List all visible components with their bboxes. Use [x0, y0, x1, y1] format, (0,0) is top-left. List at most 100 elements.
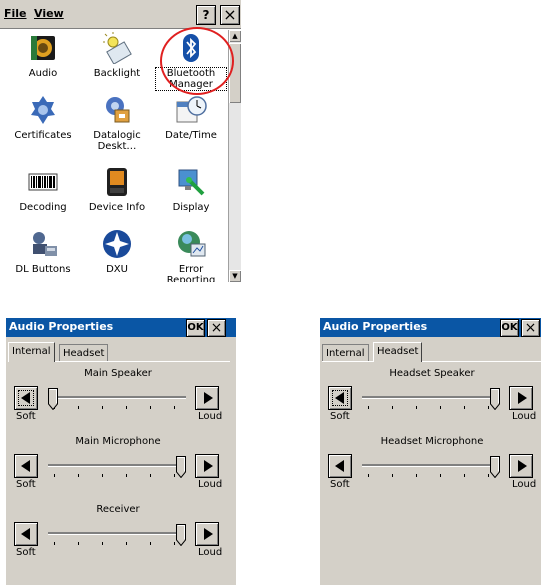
loud-label: Loud [198, 411, 223, 422]
speaker-icon [27, 32, 59, 64]
close-button[interactable]: × [521, 319, 540, 337]
slider-tick [174, 474, 175, 477]
ok-button[interactable]: OK [500, 319, 519, 337]
slider-tick [54, 542, 55, 545]
decrease-button[interactable] [14, 454, 38, 478]
slider-tick [174, 406, 175, 409]
left-arrow-icon [21, 392, 30, 404]
slider-track [362, 464, 500, 467]
cp-item-error-reporting[interactable]: Error Reporting [156, 226, 226, 282]
increase-button[interactable] [509, 454, 533, 478]
slider-tick [102, 474, 103, 477]
buttons-icon [27, 228, 59, 260]
loud-label: Loud [198, 547, 223, 558]
loud-label: Loud [198, 479, 223, 490]
cp-item-certificates[interactable]: Certificates [8, 92, 78, 141]
decrease-button[interactable] [14, 522, 38, 546]
slider-tick [368, 406, 369, 409]
menu-view[interactable]: View [34, 7, 64, 20]
slider-row: Headset Speaker Soft Loud [322, 368, 541, 436]
slider-tick [54, 474, 55, 477]
slider-tick [126, 406, 127, 409]
slider-tick [416, 474, 417, 477]
slider-tick [126, 474, 127, 477]
menu-bar: File View ? × [0, 0, 241, 29]
tab-internal[interactable]: Internal [8, 342, 55, 362]
slider-thumb[interactable] [176, 456, 186, 481]
cp-item-label: Device Info [88, 202, 146, 213]
slider-track [48, 396, 186, 399]
cp-item-device-info[interactable]: Device Info [82, 164, 152, 213]
slider-title: Headset Speaker [389, 368, 475, 379]
slider-tick [126, 542, 127, 545]
slider-tick [416, 406, 417, 409]
cp-item-label: Decoding [19, 202, 67, 213]
cp-item-audio[interactable]: Audio [8, 30, 78, 79]
device-icon [101, 166, 133, 198]
scroll-up-icon[interactable]: ▲ [229, 30, 241, 42]
cp-item-backlight[interactable]: Backlight [82, 30, 152, 79]
help-button[interactable]: ? [196, 5, 216, 25]
title-bar: Audio Properties OK × [6, 318, 236, 337]
slider-thumb[interactable] [490, 456, 500, 481]
slider-tick [440, 474, 441, 477]
slider-tick [150, 474, 151, 477]
cp-item-dxu[interactable]: DXU [82, 226, 152, 275]
soft-label: Soft [330, 479, 350, 490]
increase-button[interactable] [509, 386, 533, 410]
bulb-icon [101, 32, 133, 65]
slider-row: Receiver Soft Loud [8, 504, 230, 572]
cp-item-dl-buttons[interactable]: DL Buttons [8, 226, 78, 275]
cp-item-label: DL Buttons [15, 264, 71, 275]
cp-item-datetime[interactable]: Date/Time [156, 92, 226, 141]
left-arrow-icon [21, 528, 30, 540]
increase-button[interactable] [195, 386, 219, 410]
slider-tick [150, 542, 151, 545]
clock-icon [175, 94, 207, 126]
title-bar: Audio Properties OK × [320, 318, 541, 337]
menu-file[interactable]: File [4, 7, 27, 20]
slider-tick [392, 474, 393, 477]
close-button[interactable]: × [220, 5, 240, 25]
right-arrow-icon [518, 460, 527, 472]
decrease-button[interactable] [14, 386, 38, 410]
slider-tick [488, 474, 489, 477]
slider-tick [78, 542, 79, 545]
tab-internal[interactable]: Internal [322, 344, 369, 362]
cp-item-label: Audio [28, 68, 58, 79]
audio-properties-internal-window: Audio Properties OK × Internal Headset M… [6, 318, 236, 585]
highlight-circle [160, 27, 234, 95]
monitor-icon [175, 166, 207, 198]
slider-tick [368, 474, 369, 477]
slider-row: Main Microphone Soft Loud [8, 436, 230, 504]
menu-view-label: View [34, 7, 64, 20]
cp-item-label: Error Reporting [166, 264, 216, 282]
close-button[interactable]: × [207, 319, 226, 337]
cp-item-decoding[interactable]: Decoding [8, 164, 78, 213]
slider-tick [392, 406, 393, 409]
slider-tick [78, 406, 79, 409]
tab-panel: Main Speaker Soft Loud Main Microphone Soft L… [8, 361, 230, 584]
right-arrow-icon [204, 460, 213, 472]
loud-label: Loud [512, 479, 537, 490]
slider-row: Headset Microphone Soft Loud [322, 436, 541, 504]
decrease-button[interactable] [328, 454, 352, 478]
cp-item-datalogic-desktop[interactable]: Datalogic Deskt… [82, 92, 152, 152]
slider-thumb[interactable] [48, 388, 58, 413]
cp-item-display[interactable]: Display [156, 164, 226, 213]
increase-button[interactable] [195, 454, 219, 478]
scroll-down-icon[interactable]: ▼ [229, 270, 241, 282]
slider-track [48, 464, 186, 467]
slider-thumb[interactable] [176, 524, 186, 549]
tab-headset[interactable]: Headset [373, 342, 423, 362]
window-title: Audio Properties [323, 320, 428, 333]
audio-properties-headset-window: Audio Properties OK × Internal Headset H… [320, 318, 541, 585]
slider-thumb[interactable] [490, 388, 500, 413]
slider-tick [102, 406, 103, 409]
tab-headset[interactable]: Headset [59, 344, 109, 362]
desktop-icon [101, 94, 133, 126]
ok-button[interactable]: OK [186, 319, 205, 337]
increase-button[interactable] [195, 522, 219, 546]
decrease-button[interactable] [328, 386, 352, 410]
slider-track [362, 396, 500, 399]
